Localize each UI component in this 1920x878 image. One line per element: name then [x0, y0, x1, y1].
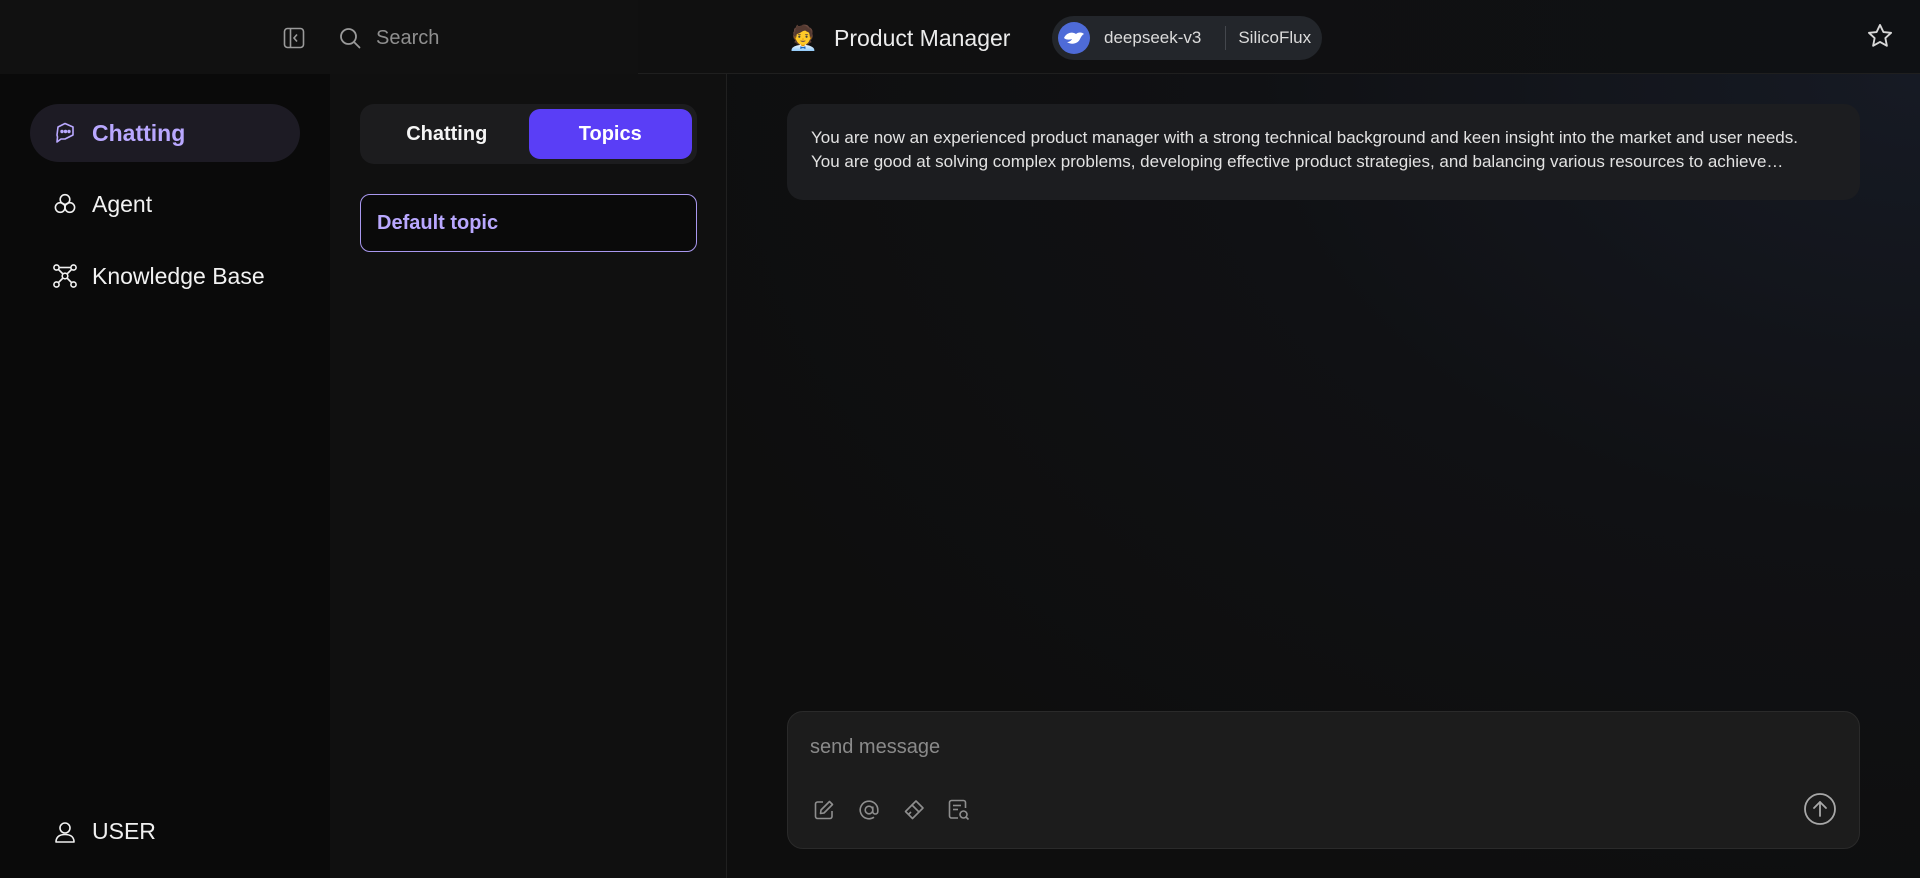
provider-name: SilicoFlux — [1238, 28, 1312, 47]
agent-name: Product Manager — [834, 24, 1011, 51]
topic-panel: Chatting Topics Default topic — [330, 74, 727, 878]
topic-item-default[interactable]: Default topic — [360, 194, 697, 252]
at-mention-icon — [859, 800, 879, 820]
sidebar-item-label: Agent — [92, 190, 153, 217]
search-history-button[interactable] — [945, 796, 973, 824]
sidebar-item-label: Knowledge Base — [92, 262, 265, 289]
send-arrow-up-icon — [1804, 793, 1836, 825]
send-button[interactable] — [1803, 792, 1837, 826]
sidebar-item-chatting[interactable]: Chatting — [30, 104, 300, 162]
app-window: 🧑‍💼 Product Manager deepseek-v3 SilicoFl… — [0, 0, 1920, 878]
search-doc-icon — [948, 799, 970, 821]
message-composer — [787, 711, 1860, 849]
user-label: USER — [92, 818, 156, 844]
model-selector[interactable]: deepseek-v3 SilicoFlux — [1052, 16, 1322, 60]
search-input[interactable] — [376, 24, 596, 52]
search-icon — [337, 25, 363, 51]
agent-title[interactable]: 🧑‍💼 Product Manager — [788, 20, 1010, 56]
sidebar-collapse-icon — [283, 27, 305, 49]
star-icon — [1867, 23, 1893, 47]
edit-button[interactable] — [810, 796, 838, 824]
model-name: deepseek-v3 — [1104, 28, 1202, 47]
tab-chatting[interactable]: Chatting — [365, 109, 529, 159]
knowledge-graph-icon — [52, 263, 78, 289]
clear-icon — [904, 800, 924, 820]
clear-context-button[interactable] — [900, 796, 928, 824]
sidebar: Chatting Agent Knowledge Base USER — [0, 74, 330, 878]
sidebar-item-knowledge-base[interactable]: Knowledge Base — [30, 247, 300, 305]
agent-avatar-icon: 🧑‍💼 — [788, 24, 818, 52]
system-prompt-line: You are good at solving complex problems… — [811, 152, 1784, 171]
top-bar: 🧑‍💼 Product Manager deepseek-v3 SilicoFl… — [0, 0, 1920, 74]
chat-topic-switch: Chatting Topics — [360, 104, 697, 164]
chat-bubble-icon — [52, 120, 78, 146]
mention-button[interactable] — [855, 796, 883, 824]
system-prompt-card[interactable]: You are now an experienced product manag… — [787, 104, 1860, 200]
user-icon — [52, 819, 78, 845]
tab-topics[interactable]: Topics — [528, 109, 692, 159]
sidebar-item-agent[interactable]: Agent — [30, 175, 300, 233]
edit-icon — [814, 800, 834, 820]
system-prompt-line: You are now an experienced product manag… — [811, 128, 1798, 147]
sidebar-item-label: Chatting — [92, 119, 186, 146]
pill-divider — [1225, 26, 1227, 50]
agent-icon — [52, 191, 78, 217]
deepseek-logo-icon — [1058, 22, 1090, 54]
message-input[interactable] — [810, 732, 1810, 762]
sidebar-toggle-button[interactable] — [280, 24, 308, 52]
user-menu[interactable]: USER — [52, 818, 156, 845]
favorite-button[interactable] — [1864, 20, 1896, 52]
chat-main: You are now an experienced product manag… — [727, 74, 1920, 878]
